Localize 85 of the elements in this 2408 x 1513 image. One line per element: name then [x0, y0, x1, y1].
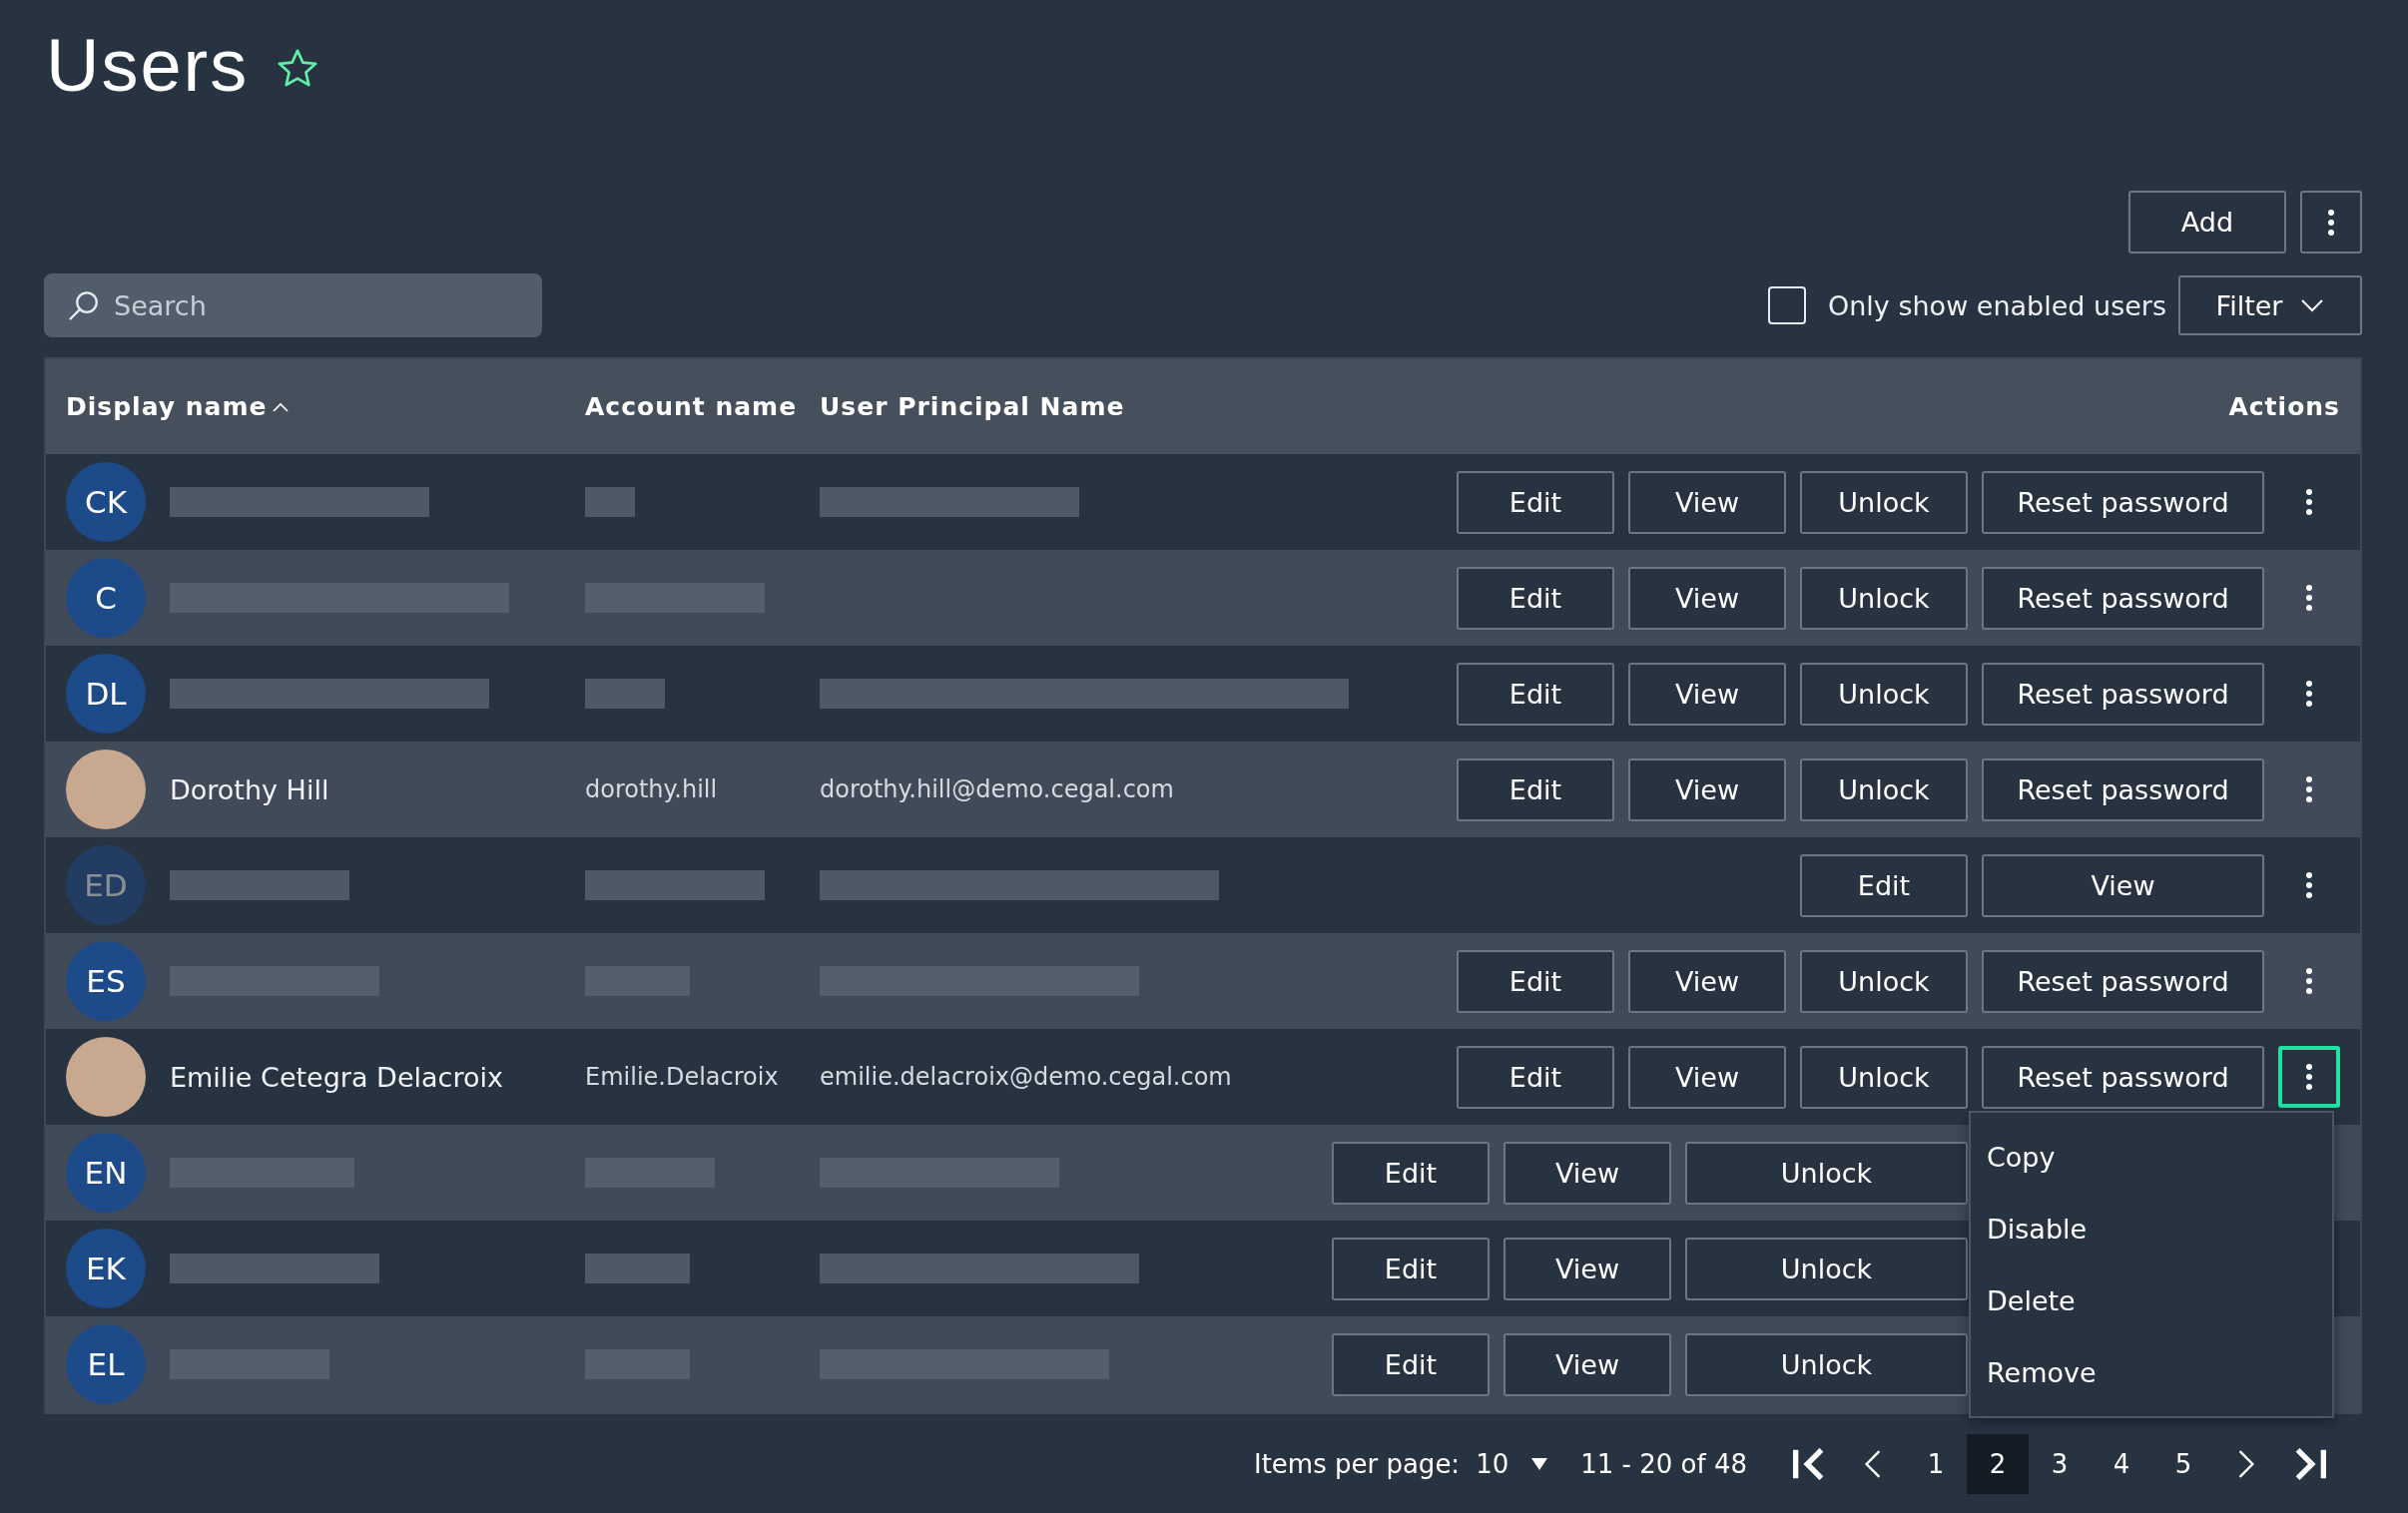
last-page-icon — [2294, 1448, 2326, 1480]
page-title: Users — [46, 22, 250, 108]
more-icon — [2305, 872, 2313, 898]
action-button[interactable]: Reset password — [1982, 662, 2264, 726]
more-icon — [2327, 209, 2335, 236]
action-button[interactable]: Edit — [1332, 1237, 1490, 1300]
column-header[interactable]: Account name — [585, 392, 820, 421]
items-per-page-label: Items per page: — [1254, 1449, 1461, 1479]
table-row[interactable]: C Edit View Unlock Reset password — [46, 550, 2360, 646]
action-button[interactable]: Unlock — [1800, 470, 1968, 534]
action-button[interactable]: Unlock — [1800, 1045, 1968, 1109]
action-button[interactable]: Unlock — [1685, 1237, 1968, 1300]
action-button[interactable]: View — [1628, 949, 1786, 1013]
avatar: EK — [66, 1229, 146, 1308]
action-button[interactable]: Edit — [1457, 1045, 1614, 1109]
action-button[interactable]: View — [1628, 757, 1786, 821]
action-button[interactable]: Edit — [1457, 949, 1614, 1013]
more-icon — [2305, 489, 2313, 515]
search-field[interactable]: Search — [44, 273, 542, 337]
action-button[interactable]: Unlock — [1800, 566, 1968, 630]
action-button[interactable]: Edit — [1457, 566, 1614, 630]
filter-button[interactable]: Filter — [2178, 275, 2362, 335]
action-button[interactable]: Reset password — [1982, 1045, 2264, 1109]
action-button[interactable]: View — [1504, 1332, 1671, 1396]
avatar: ES — [66, 941, 146, 1021]
table-row[interactable]: Dorothy Hill dorothy.hill dorothy.hill@demo.cegal.com Edit View Unlock Reset password — [46, 742, 2360, 837]
avatar: CK — [66, 462, 146, 542]
chevron-left-icon — [1865, 1449, 1881, 1479]
action-button[interactable]: Edit — [1332, 1141, 1490, 1205]
action-button[interactable]: Unlock — [1800, 662, 1968, 726]
items-per-page-select[interactable]: 10 — [1476, 1449, 1549, 1479]
checkbox[interactable] — [1768, 286, 1806, 324]
add-button[interactable]: Add — [2128, 191, 2286, 253]
more-icon — [2305, 968, 2313, 994]
page-button[interactable]: 4 — [2091, 1434, 2152, 1494]
column-header[interactable]: Display name — [46, 392, 585, 421]
more-icon — [2305, 681, 2313, 707]
action-button[interactable]: Unlock — [1685, 1141, 1968, 1205]
action-button[interactable]: Edit — [1457, 757, 1614, 821]
action-button[interactable]: View — [1628, 566, 1786, 630]
page-button[interactable]: 2 — [1967, 1434, 2029, 1494]
chevron-right-icon — [2238, 1449, 2254, 1479]
checkbox-label: Only show enabled users — [1828, 289, 2166, 321]
first-page-icon — [1793, 1448, 1825, 1480]
row-menu-button[interactable] — [2278, 1046, 2340, 1108]
more-icon — [2305, 585, 2313, 611]
action-button[interactable]: Unlock — [1685, 1332, 1968, 1396]
user-principal-name: emilie.delacroix@demo.cegal.com — [820, 1063, 1232, 1091]
account-name: dorothy.hill — [585, 775, 718, 803]
action-button[interactable]: Edit — [1332, 1332, 1490, 1396]
triangle-down-icon — [1530, 1457, 1549, 1471]
menu-item[interactable]: Remove — [1971, 1336, 2332, 1408]
more-icon — [2305, 776, 2313, 802]
table-row[interactable]: ES Edit View Unlock Reset password — [46, 933, 2360, 1029]
column-header[interactable]: User Principal Name — [820, 392, 2209, 421]
action-button[interactable]: View — [1628, 1045, 1786, 1109]
user-principal-name: dorothy.hill@demo.cegal.com — [820, 775, 1174, 803]
action-button[interactable]: Edit — [1457, 662, 1614, 726]
action-button[interactable]: View — [1504, 1141, 1671, 1205]
page-button[interactable]: 3 — [2029, 1434, 2091, 1494]
account-name: Emilie.Delacroix — [585, 1063, 779, 1091]
action-button[interactable]: View — [1504, 1237, 1671, 1300]
display-name: Dorothy Hill — [170, 773, 329, 805]
action-button[interactable]: Reset password — [1982, 757, 2264, 821]
action-button[interactable]: Edit — [1457, 470, 1614, 534]
action-button[interactable]: View — [1628, 470, 1786, 534]
avatar: EN — [66, 1133, 146, 1213]
column-header[interactable]: Actions — [2208, 392, 2360, 421]
action-button[interactable]: Unlock — [1800, 949, 1968, 1013]
action-button[interactable]: View — [1628, 662, 1786, 726]
avatar: EL — [66, 1324, 146, 1404]
avatar: DL — [66, 654, 146, 734]
more-icon — [2305, 1064, 2313, 1090]
page-range: 11 - 20 of 48 — [1580, 1449, 1747, 1479]
chevron-down-icon — [2300, 298, 2325, 312]
action-button[interactable]: Unlock — [1800, 757, 1968, 821]
more-button[interactable] — [2300, 191, 2362, 253]
avatar: ED — [66, 845, 146, 925]
avatar: C — [66, 558, 146, 638]
action-button[interactable]: Reset password — [1982, 949, 2264, 1013]
page-button[interactable]: 5 — [2152, 1434, 2214, 1494]
action-button[interactable]: Reset password — [1982, 470, 2264, 534]
display-name: Emilie Cetegra Delacroix — [170, 1061, 503, 1093]
page-button[interactable]: 1 — [1905, 1434, 1967, 1494]
action-button[interactable]: Reset password — [1982, 566, 2264, 630]
